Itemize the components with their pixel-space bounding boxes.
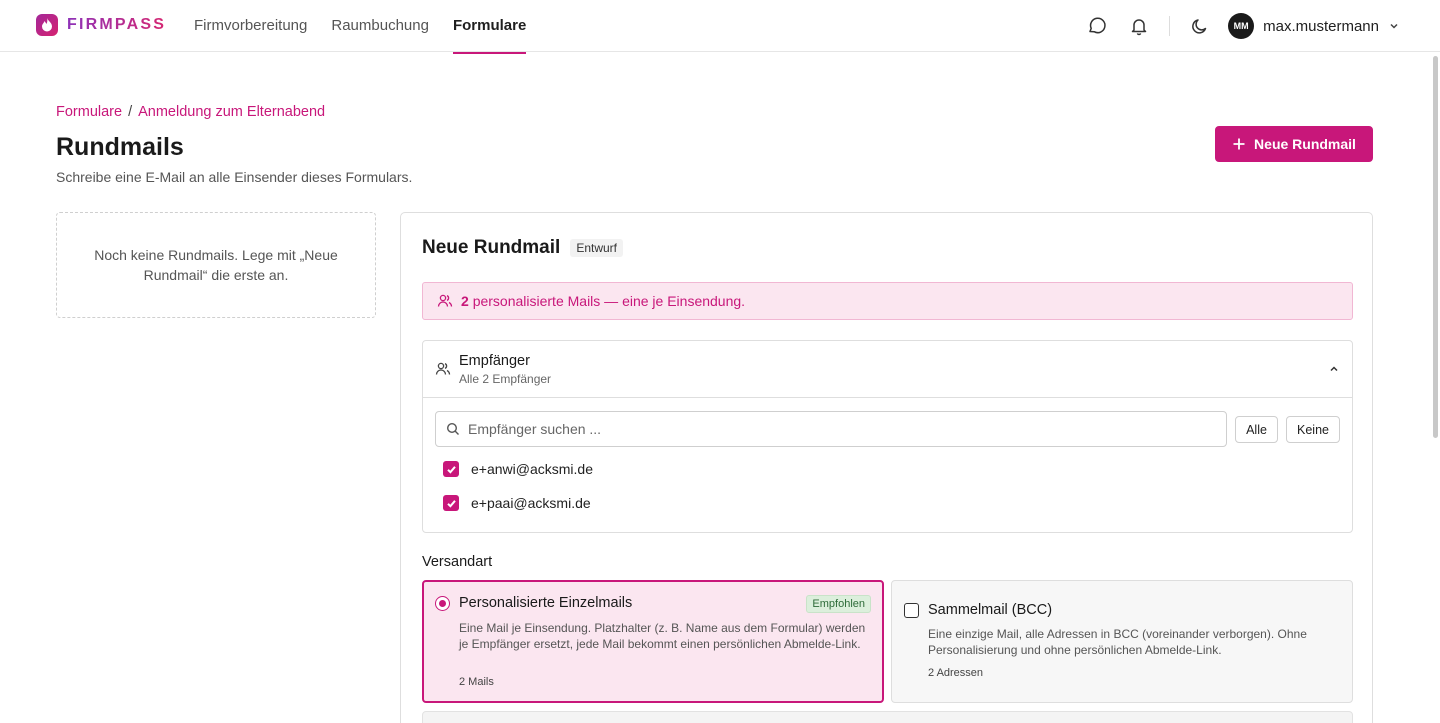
option-sammelmail-bcc[interactable]: Sammelmail (BCC) Eine einzige Mail, alle… — [891, 580, 1353, 703]
recipients-header[interactable]: Empfänger Alle 2 Empfänger — [423, 341, 1352, 398]
select-all-button[interactable]: Alle — [1235, 416, 1278, 443]
main-nav: Firmvorbereitung Raumbuchung Formulare — [194, 0, 527, 54]
recipients-summary: Alle 2 Empfänger — [459, 372, 552, 386]
radio-unselected[interactable] — [904, 603, 919, 618]
recipient-email: e+paai@acksmi.de — [471, 495, 591, 511]
recipient-row[interactable]: e+anwi@acksmi.de — [443, 461, 593, 477]
select-none-button[interactable]: Keine — [1286, 416, 1340, 443]
chevron-down-icon — [1390, 23, 1398, 29]
nav-item-formulare[interactable]: Formulare — [452, 0, 527, 54]
banner-text: personalisierte Mails — eine je Einsendu… — [472, 293, 746, 309]
editor-title: Neue Rundmail — [422, 237, 561, 258]
option-title: Personalisierte Einzelmails — [459, 595, 633, 611]
breadcrumb-formulare[interactable]: Formulare — [56, 104, 122, 120]
option-description: Eine Mail je Einsendung. Platzhalter (z.… — [459, 621, 866, 651]
editor-header: Neue Rundmail Entwurf — [422, 237, 623, 259]
new-rundmail-label: Neue Rundmail — [1254, 136, 1356, 152]
info-banner: 2 personalisierte Mails — eine je Einsen… — [422, 282, 1353, 320]
page-scrollbar[interactable] — [1433, 56, 1438, 438]
chat-icon[interactable] — [1083, 12, 1111, 40]
avatar: MM — [1228, 13, 1255, 39]
breadcrumb-separator: / — [128, 104, 133, 120]
moon-icon[interactable] — [1186, 12, 1214, 40]
recipients-panel: Empfänger Alle 2 Empfänger Alle Keine e+… — [422, 340, 1353, 533]
recipient-search-input[interactable] — [468, 421, 1208, 437]
option-count: 2 Mails — [459, 676, 494, 688]
page-title: Rundmails — [56, 133, 184, 161]
recipient-email: e+anwi@acksmi.de — [471, 461, 593, 477]
recommended-badge: Empfohlen — [806, 595, 871, 613]
versandart-label: Versandart — [422, 554, 493, 570]
empty-state-box: Noch keine Rundmails. Lege mit „Neue Run… — [56, 212, 376, 318]
plus-icon — [1233, 138, 1245, 150]
nav-item-raumbuchung[interactable]: Raumbuchung — [331, 0, 429, 52]
users-icon — [435, 361, 451, 382]
top-navigation-bar: FIRMPASS Firmvorbereitung Raumbuchung Fo… — [0, 0, 1440, 54]
banner-count: 2 — [461, 293, 469, 309]
recipient-search — [435, 411, 1227, 447]
logo-text: FIRMPASS — [67, 16, 167, 33]
flame-logo-icon — [36, 14, 58, 36]
recipient-checkbox[interactable] — [443, 495, 459, 511]
recipient-row[interactable]: e+paai@acksmi.de — [443, 495, 591, 511]
user-menu[interactable]: MM max.mustermann — [1228, 13, 1400, 39]
bell-icon[interactable] — [1125, 12, 1153, 40]
breadcrumb-form-name[interactable]: Anmeldung zum Elternabend — [138, 104, 325, 120]
search-icon — [446, 422, 459, 435]
page-subtitle: Schreibe eine E-Mail an alle Einsender d… — [56, 169, 413, 185]
header-actions: MM max.mustermann — [1083, 12, 1400, 40]
option-count: 2 Adressen — [928, 667, 984, 679]
check-icon — [446, 499, 456, 508]
recipients-title: Empfänger — [459, 353, 530, 369]
check-icon — [446, 465, 456, 474]
option-personalisierte-einzelmails[interactable]: Personalisierte Einzelmails Empfohlen Ei… — [422, 580, 884, 703]
chevron-up-icon[interactable] — [1328, 362, 1340, 380]
recipient-checkbox[interactable] — [443, 461, 459, 477]
empty-state-text: Noch keine Rundmails. Lege mit „Neue Run… — [94, 247, 338, 283]
new-rundmail-button[interactable]: Neue Rundmail — [1215, 126, 1373, 162]
logo[interactable]: FIRMPASS — [36, 14, 166, 36]
radio-selected[interactable] — [435, 596, 450, 611]
rundmail-editor-card: Neue Rundmail Entwurf 2 personalisierte … — [400, 212, 1373, 723]
header-divider — [1169, 16, 1171, 36]
users-icon — [437, 294, 453, 307]
next-section-box — [422, 711, 1353, 723]
breadcrumb: Formulare / Anmeldung zum Elternabend — [56, 104, 325, 120]
nav-item-firmvorbereitung[interactable]: Firmvorbereitung — [194, 0, 307, 52]
status-badge: Entwurf — [570, 239, 623, 257]
option-title: Sammelmail (BCC) — [928, 602, 1053, 618]
option-description: Eine einzige Mail, alle Adressen in BCC … — [928, 627, 1307, 657]
username: max.mustermann — [1263, 17, 1379, 35]
